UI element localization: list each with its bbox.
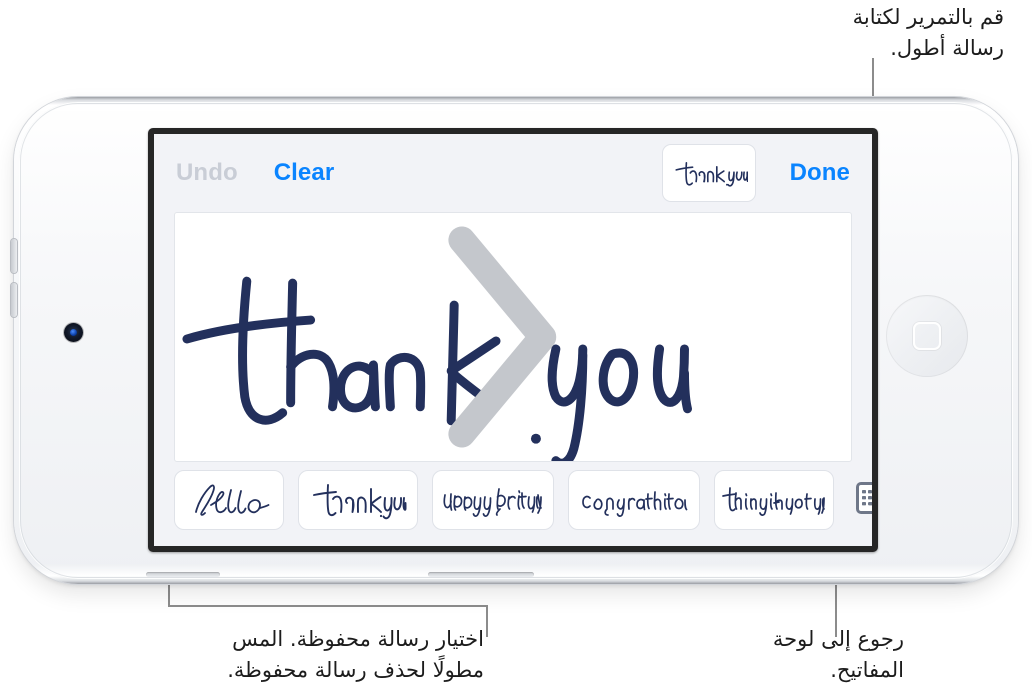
handwriting-canvas[interactable] [174, 212, 852, 462]
saved-message-congratulations-handwriting [582, 491, 688, 517]
screen-bezel: Undo Clear Done [148, 128, 878, 552]
callout-keyboard-text: رجوع إلى لوحة المفاتيح. [772, 627, 904, 682]
saved-message-thank-you-handwriting [313, 484, 407, 520]
home-button-square-icon [913, 322, 941, 350]
next-page-chevron-right-icon[interactable] [174, 213, 843, 461]
keyboard-button[interactable] [856, 481, 872, 519]
callout-scroll-text: قم بالتمرير لكتابة رسالة أطول. [852, 5, 1004, 60]
clear-button[interactable]: Clear [274, 159, 335, 187]
saved-message-happy-birthday-handwriting [443, 488, 542, 517]
saved-message-hello-handwriting [195, 484, 270, 516]
preview-thumbnail-button[interactable] [661, 144, 756, 202]
preview-thumbnail-handwriting [675, 162, 748, 187]
leader-line-saved-horizontal [168, 605, 488, 607]
saved-message-thank-you[interactable] [298, 470, 418, 530]
speaker-grille-right [428, 572, 534, 577]
home-button[interactable] [886, 295, 968, 377]
saved-message-thinking-of-you[interactable] [714, 470, 834, 530]
toolbar: Undo Clear Done [154, 134, 872, 212]
volume-down-button[interactable] [11, 283, 17, 317]
speaker-grille-left [146, 572, 220, 577]
leader-line-saved-vertical-right [486, 605, 488, 637]
saved-message-happy-birthday[interactable] [432, 470, 554, 530]
done-button[interactable]: Done [790, 159, 850, 187]
undo-button[interactable]: Undo [176, 159, 238, 187]
saved-message-hello[interactable] [174, 470, 284, 530]
saved-message-congratulations[interactable] [568, 470, 700, 530]
keyboard-icon [856, 481, 872, 514]
saved-messages-strip [154, 454, 872, 546]
screen: Undo Clear Done [154, 134, 872, 546]
saved-message-thinking-of-you-handwriting [722, 487, 825, 516]
callout-saved-messages-text: اختيار رسالة محفوظة. المس مطولًا لحذف رس… [227, 627, 484, 682]
front-camera-icon [64, 323, 83, 342]
volume-up-button[interactable] [11, 239, 17, 273]
device-frame: Undo Clear Done [11, 97, 1018, 584]
